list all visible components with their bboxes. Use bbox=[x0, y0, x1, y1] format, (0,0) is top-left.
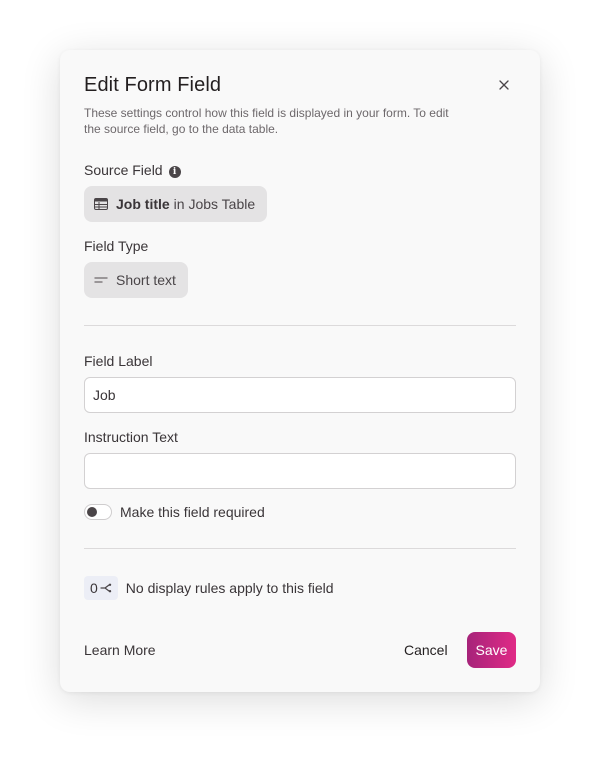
required-toggle-label: Make this field required bbox=[120, 504, 265, 520]
source-field-chip: Job title in Jobs Table bbox=[84, 186, 268, 222]
required-toggle[interactable] bbox=[84, 504, 112, 520]
cancel-button[interactable]: Cancel bbox=[404, 642, 448, 658]
source-field-heading: Source Field i bbox=[84, 162, 181, 178]
dialog-description: These settings control how this field is… bbox=[84, 106, 449, 136]
short-text-icon bbox=[94, 275, 108, 285]
learn-more-link[interactable]: Learn More bbox=[84, 642, 156, 658]
edit-form-field-dialog: Edit Form Field These settings control h… bbox=[60, 50, 540, 692]
save-button[interactable]: Save bbox=[467, 632, 516, 668]
info-icon[interactable]: i bbox=[168, 166, 181, 178]
display-rules-text: No display rules apply to this field bbox=[125, 580, 334, 596]
instruction-text-heading: Instruction Text bbox=[84, 429, 178, 445]
display-rules-badge[interactable]: 0 bbox=[84, 576, 118, 600]
source-field-name: Job title bbox=[116, 196, 170, 212]
display-rules-count: 0 bbox=[90, 580, 98, 596]
field-type-value: Short text bbox=[116, 272, 176, 288]
field-label-heading: Field Label bbox=[84, 353, 153, 369]
divider bbox=[84, 325, 516, 326]
table-icon bbox=[94, 198, 108, 210]
source-field-label: Source Field bbox=[84, 162, 163, 178]
instruction-text-input[interactable] bbox=[84, 453, 516, 489]
dialog-title: Edit Form Field bbox=[84, 74, 222, 96]
field-type-label: Field Type bbox=[84, 238, 149, 254]
source-table-text: in Jobs Table bbox=[173, 196, 256, 212]
toggle-knob bbox=[87, 507, 97, 517]
field-type-chip: Short text bbox=[84, 262, 188, 298]
close-button[interactable] bbox=[494, 75, 514, 95]
close-icon bbox=[499, 80, 509, 90]
field-label-input[interactable] bbox=[84, 377, 516, 413]
required-toggle-row: Make this field required bbox=[84, 504, 265, 520]
display-rules-row: 0 No display rules apply to this field bbox=[84, 576, 334, 600]
branch-icon bbox=[100, 583, 112, 593]
divider bbox=[84, 548, 516, 549]
